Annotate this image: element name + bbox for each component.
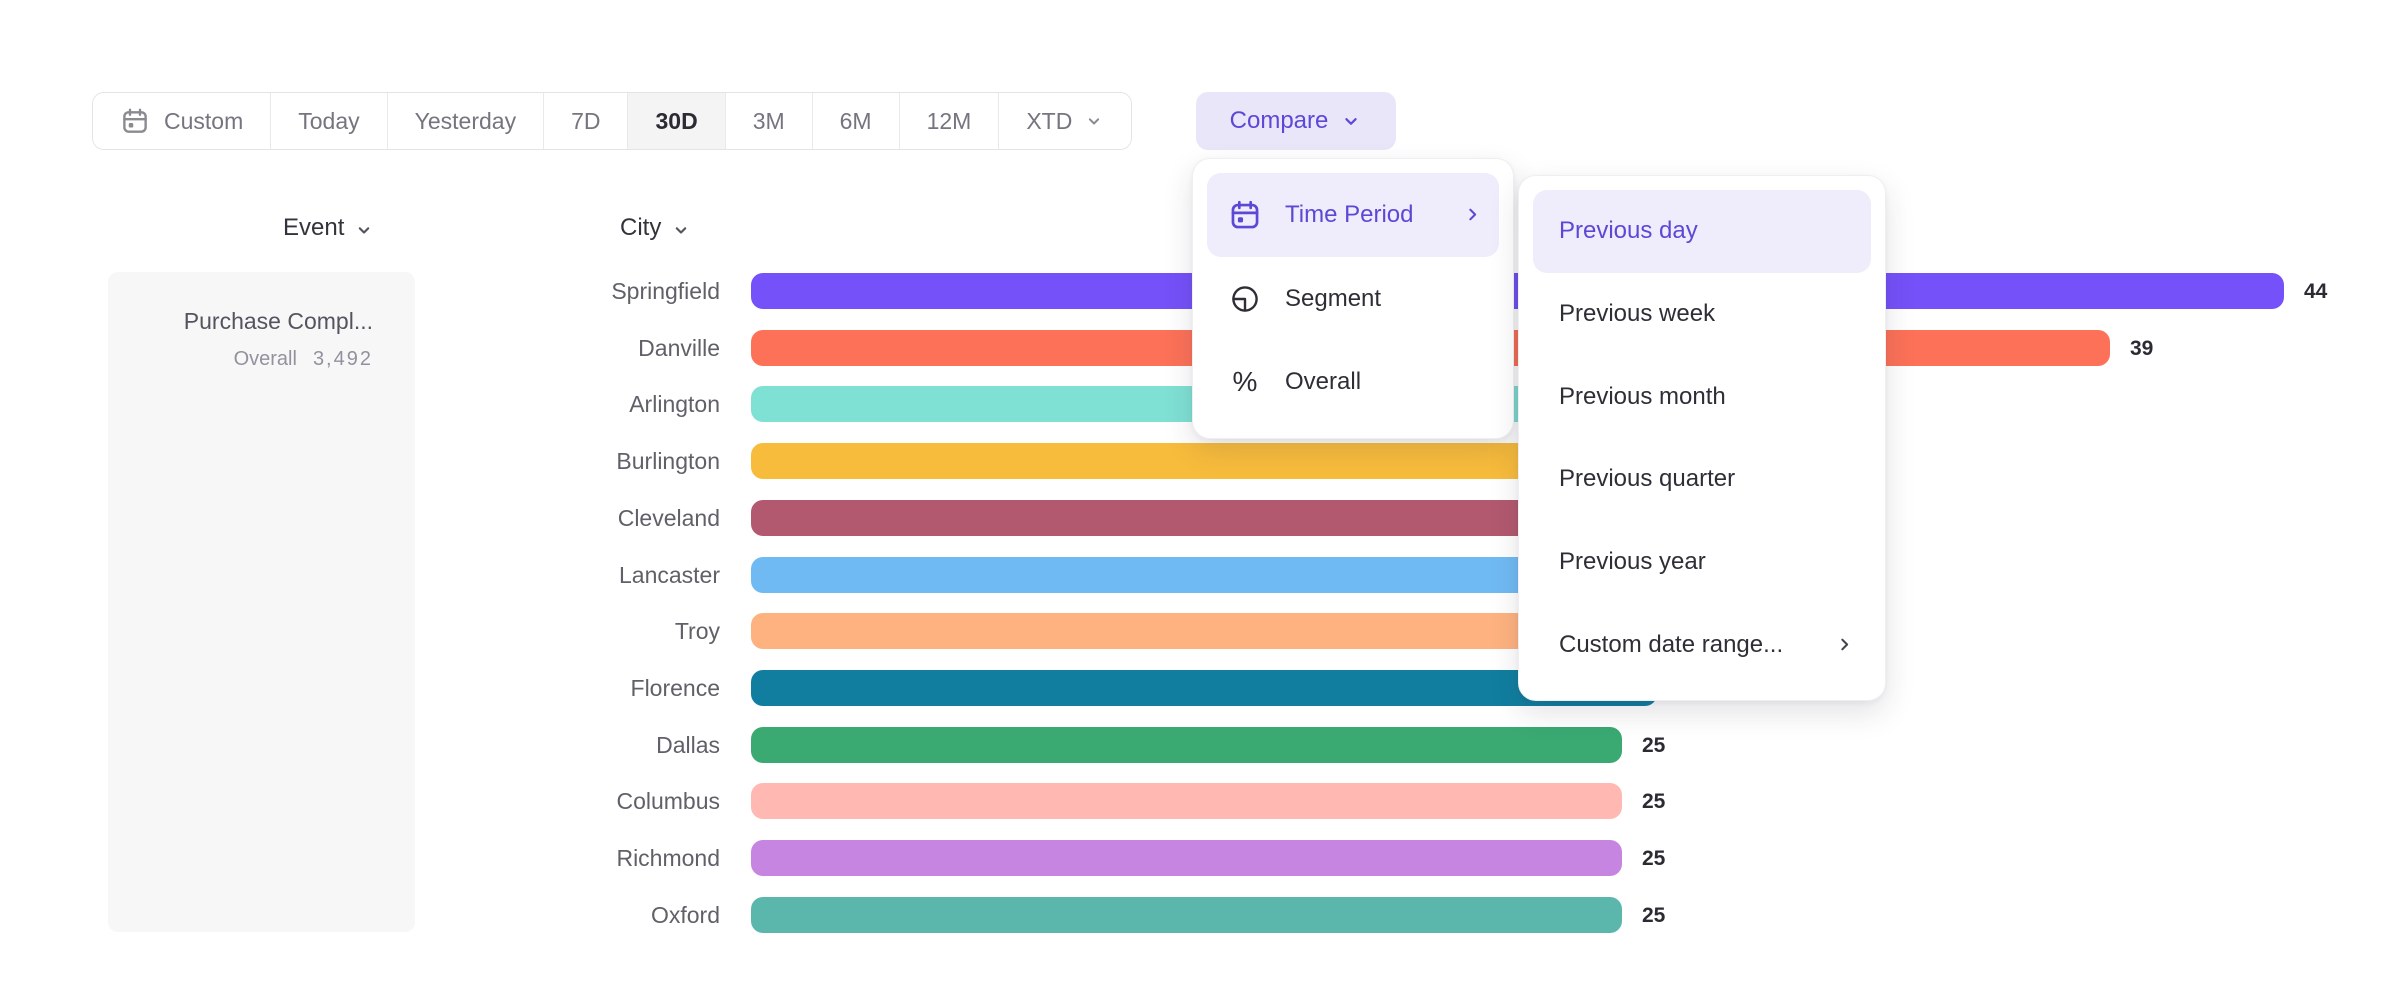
bar-value: 25 <box>1642 727 1665 763</box>
bar-label: Cleveland <box>420 500 720 536</box>
menu-item-previous-week[interactable]: Previous week <box>1533 273 1871 356</box>
chevron-right-icon <box>1834 634 1855 655</box>
menu-item-label: Time Period <box>1285 201 1413 229</box>
menu-item-custom-date-range[interactable]: Custom date range... <box>1533 603 1871 686</box>
bar-row-burlington: Burlington <box>0 443 2394 479</box>
bar-row-oxford: Oxford 25 <box>0 897 2394 933</box>
menu-item-label: Previous month <box>1559 383 1726 411</box>
bar-value: 25 <box>1642 897 1665 933</box>
time-period-submenu: Previous day Previous week Previous month P… <box>1518 175 1886 701</box>
bar-label: Danville <box>420 330 720 366</box>
menu-item-label: Custom date range... <box>1559 631 1783 659</box>
compare-menu: Time Period Segment% Overall <box>1192 158 1514 439</box>
bar[interactable] <box>751 897 1622 933</box>
menu-item-label: Previous week <box>1559 300 1715 328</box>
bar-row-cleveland: Cleveland <box>0 500 2394 536</box>
menu-item-label: Segment <box>1285 285 1381 313</box>
menu-item-previous-month[interactable]: Previous month <box>1533 355 1871 438</box>
bar-label: Dallas <box>420 727 720 763</box>
bar-label: Columbus <box>420 783 720 819</box>
bar-row-richmond: Richmond 25 <box>0 840 2394 876</box>
bar-row-columbus: Columbus 25 <box>0 783 2394 819</box>
bar-label: Burlington <box>420 443 720 479</box>
bar-label: Troy <box>420 613 720 649</box>
bar[interactable] <box>751 840 1622 876</box>
menu-item-label: Previous quarter <box>1559 465 1735 493</box>
bar-chart: Springfield 44 Danville 39 Arlington Burlingt… <box>0 0 2394 1004</box>
bar-value: 39 <box>2130 330 2153 366</box>
chevron-right-icon <box>1462 204 1483 225</box>
menu-item-previous-day[interactable]: Previous day <box>1533 190 1871 273</box>
bar-row-florence: Florence <box>0 670 2394 706</box>
bar[interactable] <box>751 783 1622 819</box>
menu-item-previous-year[interactable]: Previous year <box>1533 521 1871 604</box>
bar-label: Florence <box>420 670 720 706</box>
bar-value: 25 <box>1642 783 1665 819</box>
menu-item-label: Overall <box>1285 368 1361 396</box>
segment-icon <box>1227 283 1263 315</box>
bar-value: 25 <box>1642 840 1665 876</box>
calendar-icon <box>1227 198 1263 232</box>
menu-item-label: Previous year <box>1559 548 1706 576</box>
menu-item-overall[interactable]: % Overall <box>1207 340 1499 424</box>
menu-item-label: Previous day <box>1559 217 1698 245</box>
bar-row-lancaster: Lancaster <box>0 557 2394 593</box>
bar-value: 44 <box>2304 273 2327 309</box>
menu-item-previous-quarter[interactable]: Previous quarter <box>1533 438 1871 521</box>
bar[interactable] <box>751 727 1622 763</box>
bar-row-dallas: Dallas 25 <box>0 727 2394 763</box>
bar-row-troy: Troy <box>0 613 2394 649</box>
menu-item-segment[interactable]: Segment <box>1207 257 1499 341</box>
menu-item-time-period[interactable]: Time Period <box>1207 173 1499 257</box>
bar-label: Richmond <box>420 840 720 876</box>
bar-label: Lancaster <box>420 557 720 593</box>
bar-label: Springfield <box>420 273 720 309</box>
analytics-screen: CustomTodayYesterday7D30D3M6M12MXTD Comp… <box>0 0 2394 1004</box>
percent-icon: % <box>1227 368 1263 396</box>
bar-label: Oxford <box>420 897 720 933</box>
bar-label: Arlington <box>420 386 720 422</box>
